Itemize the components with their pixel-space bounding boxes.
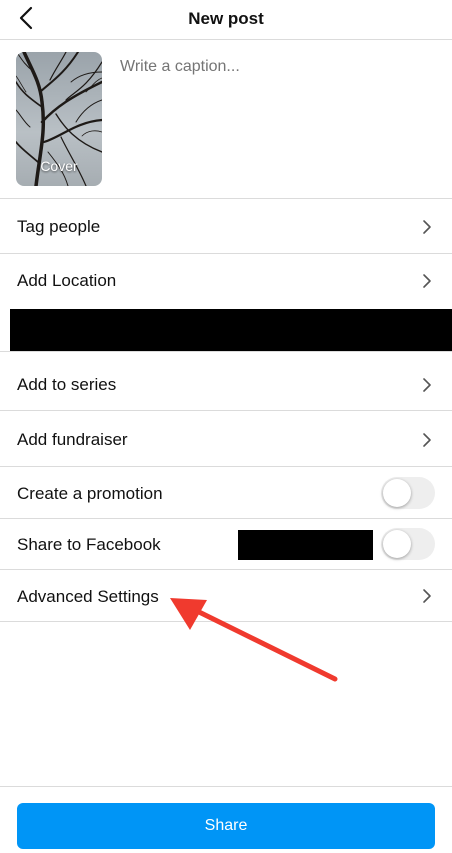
tag-people-label: Tag people	[17, 217, 101, 236]
redacted-location-suggestions	[10, 309, 452, 351]
page-title: New post	[188, 9, 264, 28]
create-promotion-label: Create a promotion	[17, 484, 163, 503]
toggle-knob	[383, 479, 411, 507]
share-to-facebook-label: Share to Facebook	[17, 535, 161, 554]
add-location-row[interactable]: Add Location	[0, 254, 452, 309]
cover-thumbnail[interactable]: Cover	[16, 52, 102, 186]
tag-people-row[interactable]: Tag people	[0, 199, 452, 254]
share-button[interactable]: Share	[17, 803, 435, 849]
share-footer: Share	[0, 786, 452, 853]
chevron-right-icon	[423, 433, 431, 447]
chevron-right-icon	[423, 378, 431, 392]
add-location-label: Add Location	[17, 271, 117, 290]
share-to-facebook-toggle[interactable]	[381, 528, 435, 560]
toggle-knob	[383, 530, 411, 558]
create-promotion-toggle[interactable]	[381, 477, 435, 509]
add-to-series-label: Add to series	[17, 375, 117, 394]
chevron-right-icon	[423, 220, 431, 234]
advanced-settings-label: Advanced Settings	[17, 587, 159, 606]
create-promotion-row: Create a promotion	[0, 467, 452, 519]
caption-composer: Cover	[0, 40, 452, 199]
add-to-series-row[interactable]: Add to series	[0, 351, 452, 411]
top-bar: New post	[0, 0, 452, 40]
caption-input[interactable]	[120, 58, 430, 76]
add-fundraiser-label: Add fundraiser	[17, 430, 128, 449]
chevron-right-icon	[423, 274, 431, 288]
share-to-facebook-row: Share to Facebook	[0, 519, 452, 570]
add-fundraiser-row[interactable]: Add fundraiser	[0, 411, 452, 467]
advanced-settings-row[interactable]: Advanced Settings	[0, 570, 452, 622]
chevron-right-icon	[423, 589, 431, 603]
cover-label: Cover	[40, 158, 78, 174]
redacted-account-name	[238, 530, 373, 560]
